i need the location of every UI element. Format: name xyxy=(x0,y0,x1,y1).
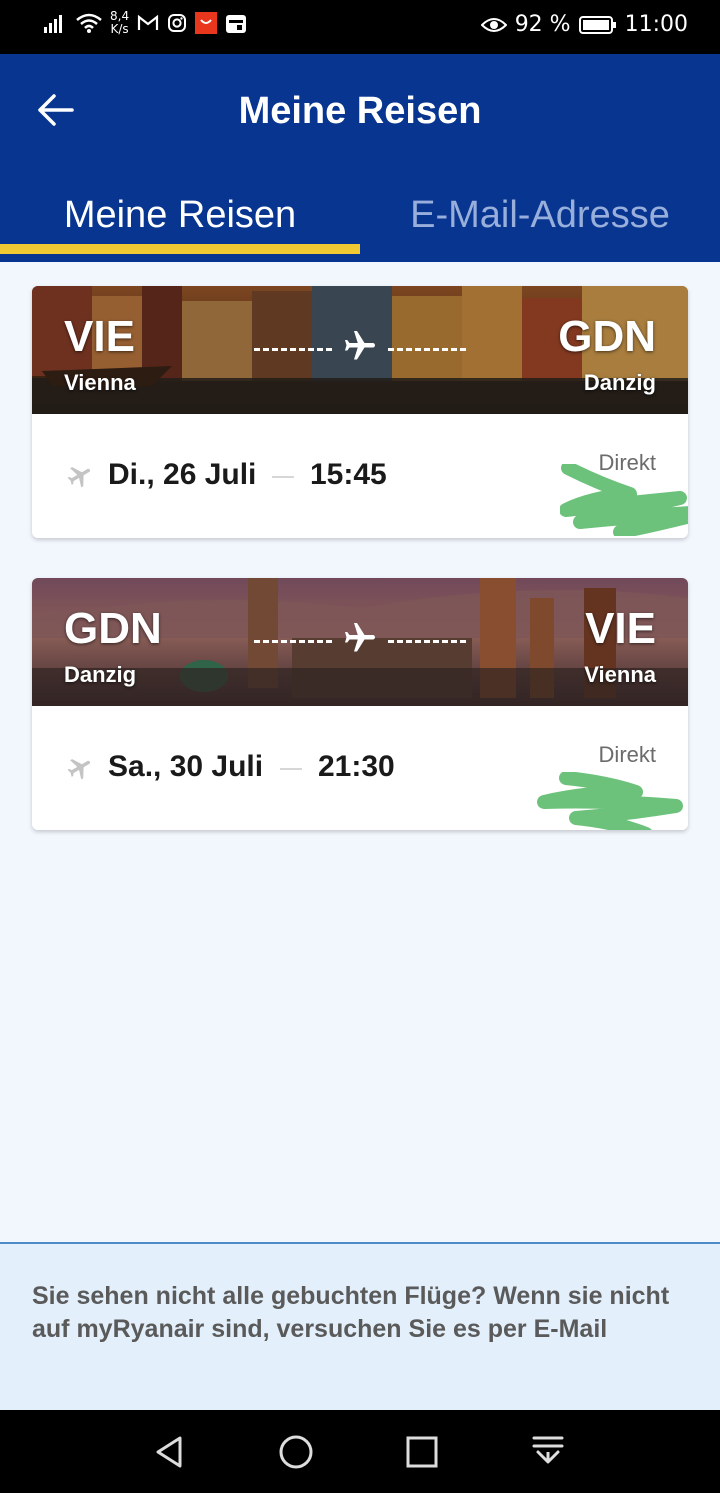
destination-code: VIE xyxy=(585,604,656,653)
origin-code: GDN xyxy=(64,604,162,653)
pull-down-icon xyxy=(532,1436,564,1464)
system-nav-bar xyxy=(0,1410,720,1493)
gmail-icon xyxy=(137,14,159,32)
destination-image: VIE Vienna GDN Danzig xyxy=(32,286,688,414)
network-speed: 8,4 K/s xyxy=(110,9,130,36)
trip-card[interactable]: GDN Danzig VIE Vienna Sa., 30 Juli 21:30… xyxy=(32,578,688,830)
destination-code: GDN xyxy=(558,312,656,361)
calendar-icon xyxy=(225,12,247,34)
destination-city: Danzig xyxy=(583,370,656,395)
eye-comfort-icon xyxy=(480,16,507,34)
trip-details: Sa., 30 Juli 21:30 Direkt xyxy=(32,706,688,830)
date-time-separator xyxy=(280,768,302,770)
trip-card[interactable]: VIE Vienna GDN Danzig Di., 26 Juli 15:45… xyxy=(32,286,688,538)
triangle-back-icon xyxy=(156,1436,182,1468)
route-line xyxy=(254,331,466,360)
wifi-icon xyxy=(76,13,102,33)
plane-icon xyxy=(342,328,378,364)
nav-back-button[interactable] xyxy=(148,1430,192,1474)
departure-plane-icon xyxy=(66,462,94,490)
origin-code: VIE xyxy=(64,312,135,361)
signal-icon xyxy=(44,13,68,33)
route-line xyxy=(254,623,466,652)
square-recents-icon xyxy=(406,1436,438,1468)
circle-home-icon xyxy=(279,1435,313,1469)
origin-city: Vienna xyxy=(64,370,136,395)
instagram-icon xyxy=(167,13,187,33)
origin-city: Danzig xyxy=(64,662,137,687)
app-header: Meine Reisen Meine Reisen E-Mail-Adresse xyxy=(0,54,720,262)
trip-details: Di., 26 Juli 15:45 Direkt xyxy=(32,414,688,538)
nav-recents-button[interactable] xyxy=(400,1430,444,1474)
email-hint-banner[interactable]: Sie sehen nicht alle gebuchten Flüge? We… xyxy=(0,1242,720,1410)
flight-date: Sa., 30 Juli xyxy=(108,750,264,783)
battery-icon xyxy=(578,15,617,35)
flight-time: 15:45 xyxy=(310,458,387,491)
departure-plane-icon xyxy=(66,754,94,782)
redaction-scribble xyxy=(537,772,683,830)
nav-notifications-button[interactable] xyxy=(526,1430,570,1474)
plane-icon xyxy=(342,620,378,656)
page-title: Meine Reisen xyxy=(238,90,482,132)
flight-date: Di., 26 Juli xyxy=(108,458,257,491)
shopping-app-icon xyxy=(195,12,218,34)
clock: 11:00 xyxy=(624,12,688,37)
active-tab-indicator xyxy=(0,244,360,254)
tab-email-adresse[interactable]: E-Mail-Adresse xyxy=(360,194,720,262)
status-bar: 8,4 K/s 92 % 11:00 xyxy=(0,0,720,54)
flight-type: Direkt xyxy=(598,742,656,767)
destination-image: GDN Danzig VIE Vienna xyxy=(32,578,688,706)
nav-home-button[interactable] xyxy=(274,1430,318,1474)
date-time-separator xyxy=(272,476,294,478)
email-hint-text: Sie sehen nicht alle gebuchten Flüge? We… xyxy=(32,1282,670,1343)
redaction-scribble xyxy=(560,464,688,536)
battery-percent: 92 % xyxy=(514,12,571,37)
flight-time: 21:30 xyxy=(318,750,395,783)
destination-city: Vienna xyxy=(584,662,656,687)
